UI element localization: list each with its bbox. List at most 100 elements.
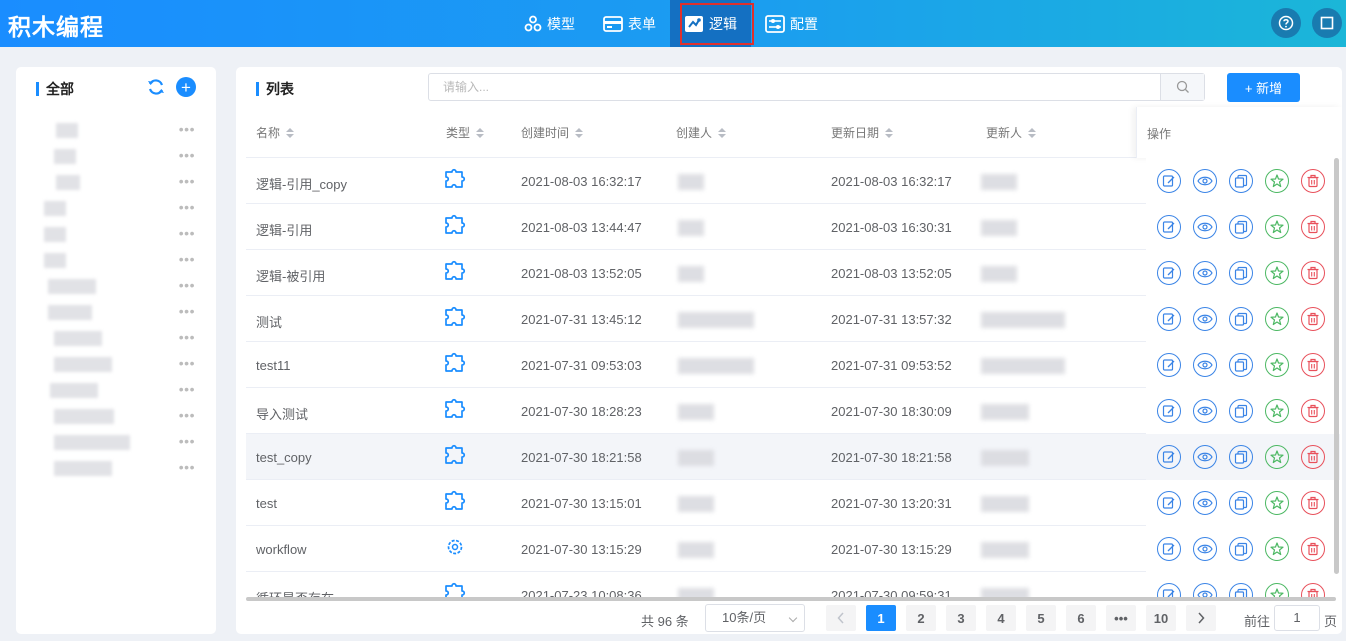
refresh-icon[interactable] [146, 77, 166, 97]
nav-item-logic[interactable]: 逻辑 [670, 0, 754, 47]
page-button[interactable]: 1 [866, 605, 896, 631]
table-row[interactable]: 循环是否存在2021-07-23 10:08:362021-07-30 09:5… [246, 572, 1340, 598]
edit-icon[interactable] [1157, 261, 1181, 285]
tree-item[interactable]: ••• [16, 351, 216, 377]
tree-item[interactable]: ••• [16, 143, 216, 169]
delete-icon[interactable] [1301, 169, 1325, 193]
column-header-creator[interactable]: 创建人 [676, 124, 727, 141]
more-options-icon[interactable]: ••• [179, 199, 195, 215]
edit-icon[interactable] [1157, 353, 1181, 377]
page-button[interactable]: 6 [1066, 605, 1096, 631]
tree-item[interactable]: ••• [16, 403, 216, 429]
publish-icon[interactable] [1265, 491, 1289, 515]
row-name[interactable]: 逻辑-被引用 [256, 266, 325, 285]
more-options-icon[interactable]: ••• [179, 121, 195, 137]
page-button[interactable]: 4 [986, 605, 1016, 631]
more-options-icon[interactable]: ••• [179, 251, 195, 267]
more-options-icon[interactable]: ••• [179, 355, 195, 371]
view-icon[interactable] [1193, 583, 1217, 598]
more-options-icon[interactable]: ••• [179, 329, 195, 345]
tree-item[interactable]: ••• [16, 169, 216, 195]
nav-item-model[interactable]: 模型 [510, 0, 589, 47]
row-name[interactable]: test_copy [256, 450, 312, 465]
row-name[interactable]: workflow [256, 542, 307, 557]
copy-icon[interactable] [1229, 491, 1253, 515]
table-row[interactable]: 逻辑-引用_copy 2021-08-03 16:32:17 2021-08-03 … [246, 158, 1340, 204]
next-page-button[interactable] [1186, 605, 1216, 631]
view-icon[interactable] [1193, 491, 1217, 515]
more-options-icon[interactable]: ••• [179, 303, 195, 319]
view-icon[interactable] [1193, 537, 1217, 561]
vertical-scrollbar[interactable] [1334, 158, 1339, 574]
delete-icon[interactable] [1301, 445, 1325, 469]
table-row[interactable]: test11 2021-07-31 09:53:03 2021-07-31 09:5… [246, 342, 1340, 388]
column-header-type[interactable]: 类型 [446, 124, 485, 141]
tree-item[interactable]: ••• [16, 377, 216, 403]
edit-icon[interactable] [1157, 307, 1181, 331]
copy-icon[interactable] [1229, 169, 1253, 193]
copy-icon[interactable] [1229, 399, 1253, 423]
more-options-icon[interactable]: ••• [179, 225, 195, 241]
search-input[interactable] [429, 74, 1159, 100]
sort-icon[interactable] [476, 127, 485, 138]
column-header-name[interactable]: 名称 [256, 124, 295, 141]
column-header-updated[interactable]: 更新日期 [831, 124, 894, 141]
sort-icon[interactable] [286, 127, 295, 138]
column-header-created[interactable]: 创建时间 [521, 124, 584, 141]
row-name[interactable]: 导入测试 [256, 404, 308, 423]
table-row[interactable]: 测试 2021-07-31 13:45:12 2021-07-31 13:57:32 [246, 296, 1340, 342]
delete-icon[interactable] [1301, 215, 1325, 239]
copy-icon[interactable] [1229, 307, 1253, 331]
delete-icon[interactable] [1301, 353, 1325, 377]
delete-icon[interactable] [1301, 307, 1325, 331]
edit-icon[interactable] [1157, 537, 1181, 561]
row-name[interactable]: 逻辑-引用 [256, 220, 312, 239]
tree-item[interactable]: ••• [16, 299, 216, 325]
delete-icon[interactable] [1301, 261, 1325, 285]
edit-icon[interactable] [1157, 399, 1181, 423]
tree-item[interactable]: ••• [16, 455, 216, 481]
tree-item[interactable]: ••• [16, 273, 216, 299]
more-options-icon[interactable]: ••• [179, 459, 195, 475]
page-size-select[interactable]: 10条/页 [705, 604, 805, 632]
tree-item[interactable]: ••• [16, 117, 216, 143]
delete-icon[interactable] [1301, 399, 1325, 423]
help-button[interactable] [1271, 8, 1301, 38]
tree-item[interactable]: ••• [16, 429, 216, 455]
fullscreen-button[interactable] [1312, 8, 1342, 38]
table-row[interactable]: workflow 2021-07-30 13:15:29 2021-07-30 13… [246, 526, 1340, 572]
publish-icon[interactable] [1265, 353, 1289, 377]
edit-icon[interactable] [1157, 491, 1181, 515]
add-category-button[interactable]: + [176, 77, 196, 97]
publish-icon[interactable] [1265, 583, 1289, 598]
table-row[interactable]: 逻辑-被引用 2021-08-03 13:52:05 2021-08-03 13:5… [246, 250, 1340, 296]
horizontal-scrollbar[interactable] [246, 597, 1336, 601]
view-icon[interactable] [1193, 307, 1217, 331]
table-row[interactable]: test 2021-07-30 13:15:01 2021-07-30 13:20:… [246, 480, 1340, 526]
more-options-icon[interactable]: ••• [179, 173, 195, 189]
tree-item[interactable]: ••• [16, 325, 216, 351]
row-name[interactable]: test [256, 496, 277, 511]
copy-icon[interactable] [1229, 445, 1253, 469]
sort-icon[interactable] [718, 127, 727, 138]
publish-icon[interactable] [1265, 445, 1289, 469]
edit-icon[interactable] [1157, 583, 1181, 598]
sort-icon[interactable] [1028, 127, 1037, 138]
prev-page-button[interactable] [826, 605, 856, 631]
sort-icon[interactable] [575, 127, 584, 138]
view-icon[interactable] [1193, 215, 1217, 239]
row-name[interactable]: 逻辑-引用_copy [256, 174, 347, 193]
delete-icon[interactable] [1301, 491, 1325, 515]
view-icon[interactable] [1193, 169, 1217, 193]
view-icon[interactable] [1193, 399, 1217, 423]
more-options-icon[interactable]: ••• [179, 381, 195, 397]
sort-icon[interactable] [885, 127, 894, 138]
page-button[interactable]: 3 [946, 605, 976, 631]
more-options-icon[interactable]: ••• [179, 407, 195, 423]
goto-page-input[interactable]: 1 [1274, 605, 1320, 631]
row-name[interactable]: 测试 [256, 312, 282, 331]
publish-icon[interactable] [1265, 261, 1289, 285]
view-icon[interactable] [1193, 261, 1217, 285]
more-options-icon[interactable]: ••• [179, 277, 195, 293]
copy-icon[interactable] [1229, 261, 1253, 285]
